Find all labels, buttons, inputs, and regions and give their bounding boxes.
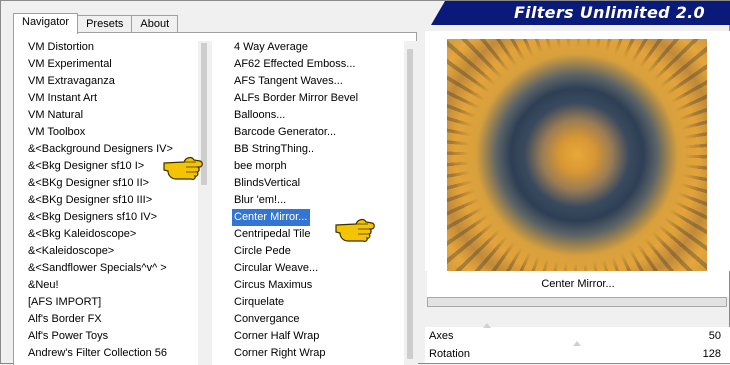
filter-list-item[interactable]: BB StringThing.. [228, 141, 404, 158]
filter-list-item[interactable]: Blur 'em!... [228, 192, 404, 209]
category-list-item[interactable]: Andrew's Filter Collection 56 [22, 345, 198, 362]
category-list-item[interactable]: VM Distortion [22, 39, 198, 56]
category-list-item[interactable]: [AFS IMPORT] [22, 294, 198, 311]
filter-list-item[interactable]: 4 Way Average [228, 39, 404, 56]
navigator-panel: VM Distortion VM Experimental VM Extravaga… [13, 32, 418, 365]
category-list-item[interactable]: &<Kaleidoscope> [22, 243, 198, 260]
filters-unlimited-window: Filters Unlimited 2.0 Navigator Presets … [0, 0, 730, 365]
filter-list-item[interactable]: Convergance [228, 311, 404, 328]
category-list-item[interactable]: &<Bkg Kaleidoscope> [22, 226, 198, 243]
category-list-item[interactable]: &<Bkg Designers sf10 IV> [22, 209, 198, 226]
slider-marker-icon[interactable] [573, 341, 581, 346]
category-list-item[interactable]: VM Toolbox [22, 124, 198, 141]
category-list-item[interactable]: Alf's Border FX [22, 311, 198, 328]
app-title: Filters Unlimited 2.0 [513, 3, 705, 22]
selected-filter-name: Center Mirror... [427, 271, 729, 297]
param-axes-label: Axes [429, 330, 454, 342]
category-list-item[interactable]: &<Sandflower Specials^v^ > [22, 260, 198, 277]
filter-list-item[interactable]: Cirquelate [228, 294, 404, 311]
slider-marker-icon[interactable] [483, 323, 491, 328]
filter-list-item[interactable]: Center Mirror... [232, 209, 310, 226]
category-list-item[interactable]: Alf's Power Toys [22, 328, 198, 345]
filter-list-item[interactable]: Circus Maximus [228, 277, 404, 294]
filter-list-item[interactable]: BlindsVertical [228, 175, 404, 192]
filter-scrollbar[interactable] [404, 41, 418, 365]
category-list-item[interactable]: &<BKg Designer sf10 III> [22, 192, 198, 209]
category-list-item[interactable]: VM Natural [22, 107, 198, 124]
progress-bar [427, 297, 727, 307]
category-list-item[interactable]: VM Instant Art [22, 90, 198, 107]
filter-list-item[interactable]: bee morph [228, 158, 404, 175]
param-rotation-value: 128 [702, 348, 721, 360]
param-rotation[interactable]: Rotation 128 [425, 341, 730, 363]
filter-list-item[interactable]: Circle Pede [228, 243, 404, 260]
filter-list-item[interactable]: Balloons... [228, 107, 404, 124]
filter-list-item[interactable]: Barcode Generator... [228, 124, 404, 141]
filter-list[interactable]: 4 Way Average AF62 Effected Emboss... AFS … [228, 39, 404, 365]
filter-list-item[interactable]: AF62 Effected Emboss... [228, 56, 404, 73]
tab-bar: Navigator Presets About [13, 13, 179, 34]
filter-list-item[interactable]: ALFs Border Mirror Bevel [228, 90, 404, 107]
tab-navigator[interactable]: Navigator [13, 13, 79, 34]
filter-list-item[interactable]: Centripedal Tile [228, 226, 404, 243]
pointing-hand-icon [335, 218, 375, 242]
param-rotation-label: Rotation [429, 348, 470, 360]
title-banner: Filters Unlimited 2.0 [431, 1, 730, 25]
filter-scrollbar-thumb[interactable] [407, 49, 413, 359]
param-axes-value: 50 [708, 330, 721, 342]
category-scrollbar[interactable] [198, 41, 212, 365]
filter-list-item[interactable]: Corner Half Wrap [228, 328, 404, 345]
filter-list-item[interactable]: Circular Weave... [228, 260, 404, 277]
category-list-item[interactable]: VM Extravaganza [22, 73, 198, 90]
filter-list-item[interactable]: Corner Right Wrap [228, 345, 404, 362]
category-list[interactable]: VM Distortion VM Experimental VM Extravaga… [22, 39, 198, 365]
category-list-item[interactable]: &Neu! [22, 277, 198, 294]
preview-image [447, 39, 707, 271]
filter-list-item[interactable]: AFS Tangent Waves... [228, 73, 404, 90]
preview-panel: Center Mirror... Axes 50 Rotation 128 [425, 31, 730, 365]
category-list-item[interactable]: VM Experimental [22, 56, 198, 73]
preview-frame [425, 31, 730, 271]
pointing-hand-icon [163, 156, 203, 180]
